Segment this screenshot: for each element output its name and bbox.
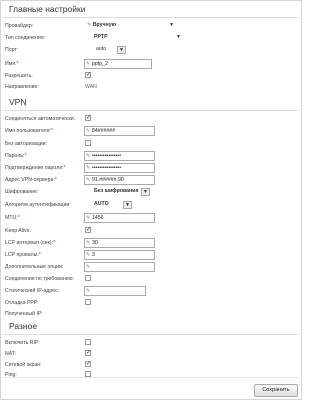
direction-label: Направление:	[5, 84, 39, 90]
section-title-vpn: VPN	[9, 97, 27, 107]
firewall-checkbox[interactable]: ✓	[85, 361, 91, 367]
ppp-debug-label: Отладка PPP:	[5, 300, 39, 306]
mtu-label: MTU:*	[5, 215, 20, 221]
row-provider: Провайдер: ✎ Вручную ▼	[1, 21, 301, 31]
server-label: Адрес VPN-сервера:*	[5, 177, 57, 183]
section-divider	[3, 110, 299, 111]
auto-connect-label: Соединяться автоматически:	[5, 116, 76, 122]
port-label: Порт:	[5, 47, 19, 53]
provider-value: Вручную	[92, 22, 117, 28]
row-name: Имя:* ✎	[1, 59, 301, 69]
settings-panel: Главные настройки Провайдер: ✎ Вручную ▼…	[0, 0, 302, 400]
row-nat: NAT: ✓	[1, 349, 301, 359]
port-select[interactable]: auto ▼	[84, 45, 126, 54]
auth-algorithm-value: AUTO	[94, 201, 109, 207]
lcp-failures-label: LCP провалы:*	[5, 252, 41, 258]
port-value: auto	[96, 46, 107, 52]
mtu-input[interactable]	[84, 213, 155, 223]
encryption-select[interactable]: Без шифрования ▼	[84, 187, 150, 196]
provider-label: Провайдер:	[5, 23, 34, 29]
server-input[interactable]	[84, 175, 155, 185]
password-label: Пароль:*	[5, 153, 27, 159]
nat-label: NAT:	[5, 351, 16, 357]
row-auth-algorithm: Алгоритм аутентификации: AUTO ▼	[1, 200, 301, 210]
auth-algorithm-select[interactable]: AUTO ▼	[84, 200, 132, 209]
on-demand-label: Соединение по требованию:	[5, 276, 74, 282]
keep-alive-checkbox[interactable]: ✓	[85, 227, 91, 233]
allow-checkbox[interactable]: ✓	[85, 72, 91, 78]
chevron-down-icon: ▼	[176, 34, 181, 40]
ppp-debug-checkbox[interactable]	[85, 299, 91, 305]
row-password-confirm: Подтверждение пароля:* ✎	[1, 163, 301, 173]
pencil-icon: ✎	[87, 22, 92, 28]
row-on-demand: Соединение по требованию:	[1, 274, 301, 284]
lcp-interval-label: LCP интервал (сек):*	[5, 240, 56, 246]
encryption-label: Шифрование:	[5, 189, 39, 195]
row-ppp-debug: Отладка PPP:	[1, 298, 301, 308]
extra-options-label: Дополнительные опции:	[5, 264, 64, 270]
on-demand-checkbox[interactable]	[85, 275, 91, 281]
keep-alive-label: Keep Alive:	[5, 228, 31, 234]
password-confirm-label: Подтверждение пароля:*	[5, 165, 66, 171]
section-divider	[3, 17, 299, 18]
name-input[interactable]	[84, 59, 152, 69]
firewall-label: Сетевой экран:	[5, 362, 42, 368]
row-static-ip: Статический IP-адрес: ✎	[1, 286, 301, 296]
row-mtu: MTU:* ✎	[1, 213, 301, 223]
allow-label: Разрешить:	[5, 73, 33, 79]
chevron-down-icon: ▼	[169, 22, 174, 28]
row-auto-connect: Соединяться автоматически: ✓	[1, 114, 301, 124]
chevron-down-icon: ▼	[141, 188, 150, 196]
section-title-misc: Разное	[9, 321, 38, 331]
auto-connect-checkbox[interactable]: ✓	[85, 115, 91, 121]
row-firewall: Сетевой экран: ✓	[1, 360, 301, 370]
row-password: Пароль:* ✎	[1, 151, 301, 161]
rip-label: Включить RIP:	[5, 340, 40, 346]
row-encryption: Шифрование: Без шифрования ▼	[1, 187, 301, 197]
password-input[interactable]	[84, 151, 155, 161]
lcp-interval-input[interactable]	[84, 238, 155, 248]
row-server: Адрес VPN-сервера:* ✎	[1, 175, 301, 185]
static-ip-label: Статический IP-адрес:	[5, 288, 60, 294]
remote-ip-label: Полученный IP:	[5, 311, 43, 317]
row-port: Порт: auto ▼	[1, 45, 301, 55]
row-rip: Включить RIP:	[1, 338, 301, 348]
row-extra-options: Дополнительные опции: ✎	[1, 262, 301, 272]
row-connection-type: Тип соединения: PPTP ▼	[1, 33, 301, 43]
chevron-down-icon: ▼	[123, 201, 132, 209]
row-lcp-interval: LCP интервал (сек):* ✎	[1, 238, 301, 248]
username-input[interactable]	[84, 126, 155, 136]
provider-select[interactable]: ✎ Вручную ▼	[84, 21, 175, 29]
row-username: Имя пользователя:* ✎	[1, 126, 301, 136]
connection-type-select[interactable]: PPTP ▼	[84, 33, 182, 41]
direction-value: WAN	[85, 84, 97, 90]
encryption-value: Без шифрования	[94, 188, 139, 194]
row-ping: Ping:	[1, 370, 301, 380]
row-lcp-failures: LCP провалы:* ✎	[1, 250, 301, 260]
section-divider	[3, 334, 299, 335]
row-direction: Направление: WAN	[1, 82, 301, 92]
ping-label: Ping:	[5, 372, 17, 378]
extra-options-input[interactable]	[84, 262, 155, 272]
auth-algorithm-label: Алгоритм аутентификации:	[5, 202, 71, 208]
rip-checkbox[interactable]	[85, 339, 91, 345]
nat-checkbox[interactable]: ✓	[85, 350, 91, 356]
section-title-main: Главные настройки	[9, 4, 86, 14]
connection-type-value: PPTP	[94, 34, 108, 40]
row-no-auth: Без авторизации:	[1, 139, 301, 149]
save-button[interactable]: Сохранить	[254, 384, 298, 397]
username-label: Имя пользователя:*	[5, 128, 53, 134]
connection-type-label: Тип соединения:	[5, 35, 46, 41]
row-keep-alive: Keep Alive: ✓	[1, 226, 301, 236]
row-allow: Разрешить: ✓	[1, 71, 301, 81]
lcp-failures-input[interactable]	[84, 250, 155, 260]
no-auth-label: Без авторизации:	[5, 141, 47, 147]
static-ip-input[interactable]	[84, 286, 146, 296]
no-auth-checkbox[interactable]	[85, 140, 91, 146]
password-confirm-input[interactable]	[84, 163, 155, 173]
row-remote-ip: Полученный IP:	[1, 309, 301, 319]
chevron-down-icon: ▼	[117, 46, 126, 54]
footer-divider	[3, 377, 299, 378]
name-label: Имя:*	[5, 61, 19, 67]
